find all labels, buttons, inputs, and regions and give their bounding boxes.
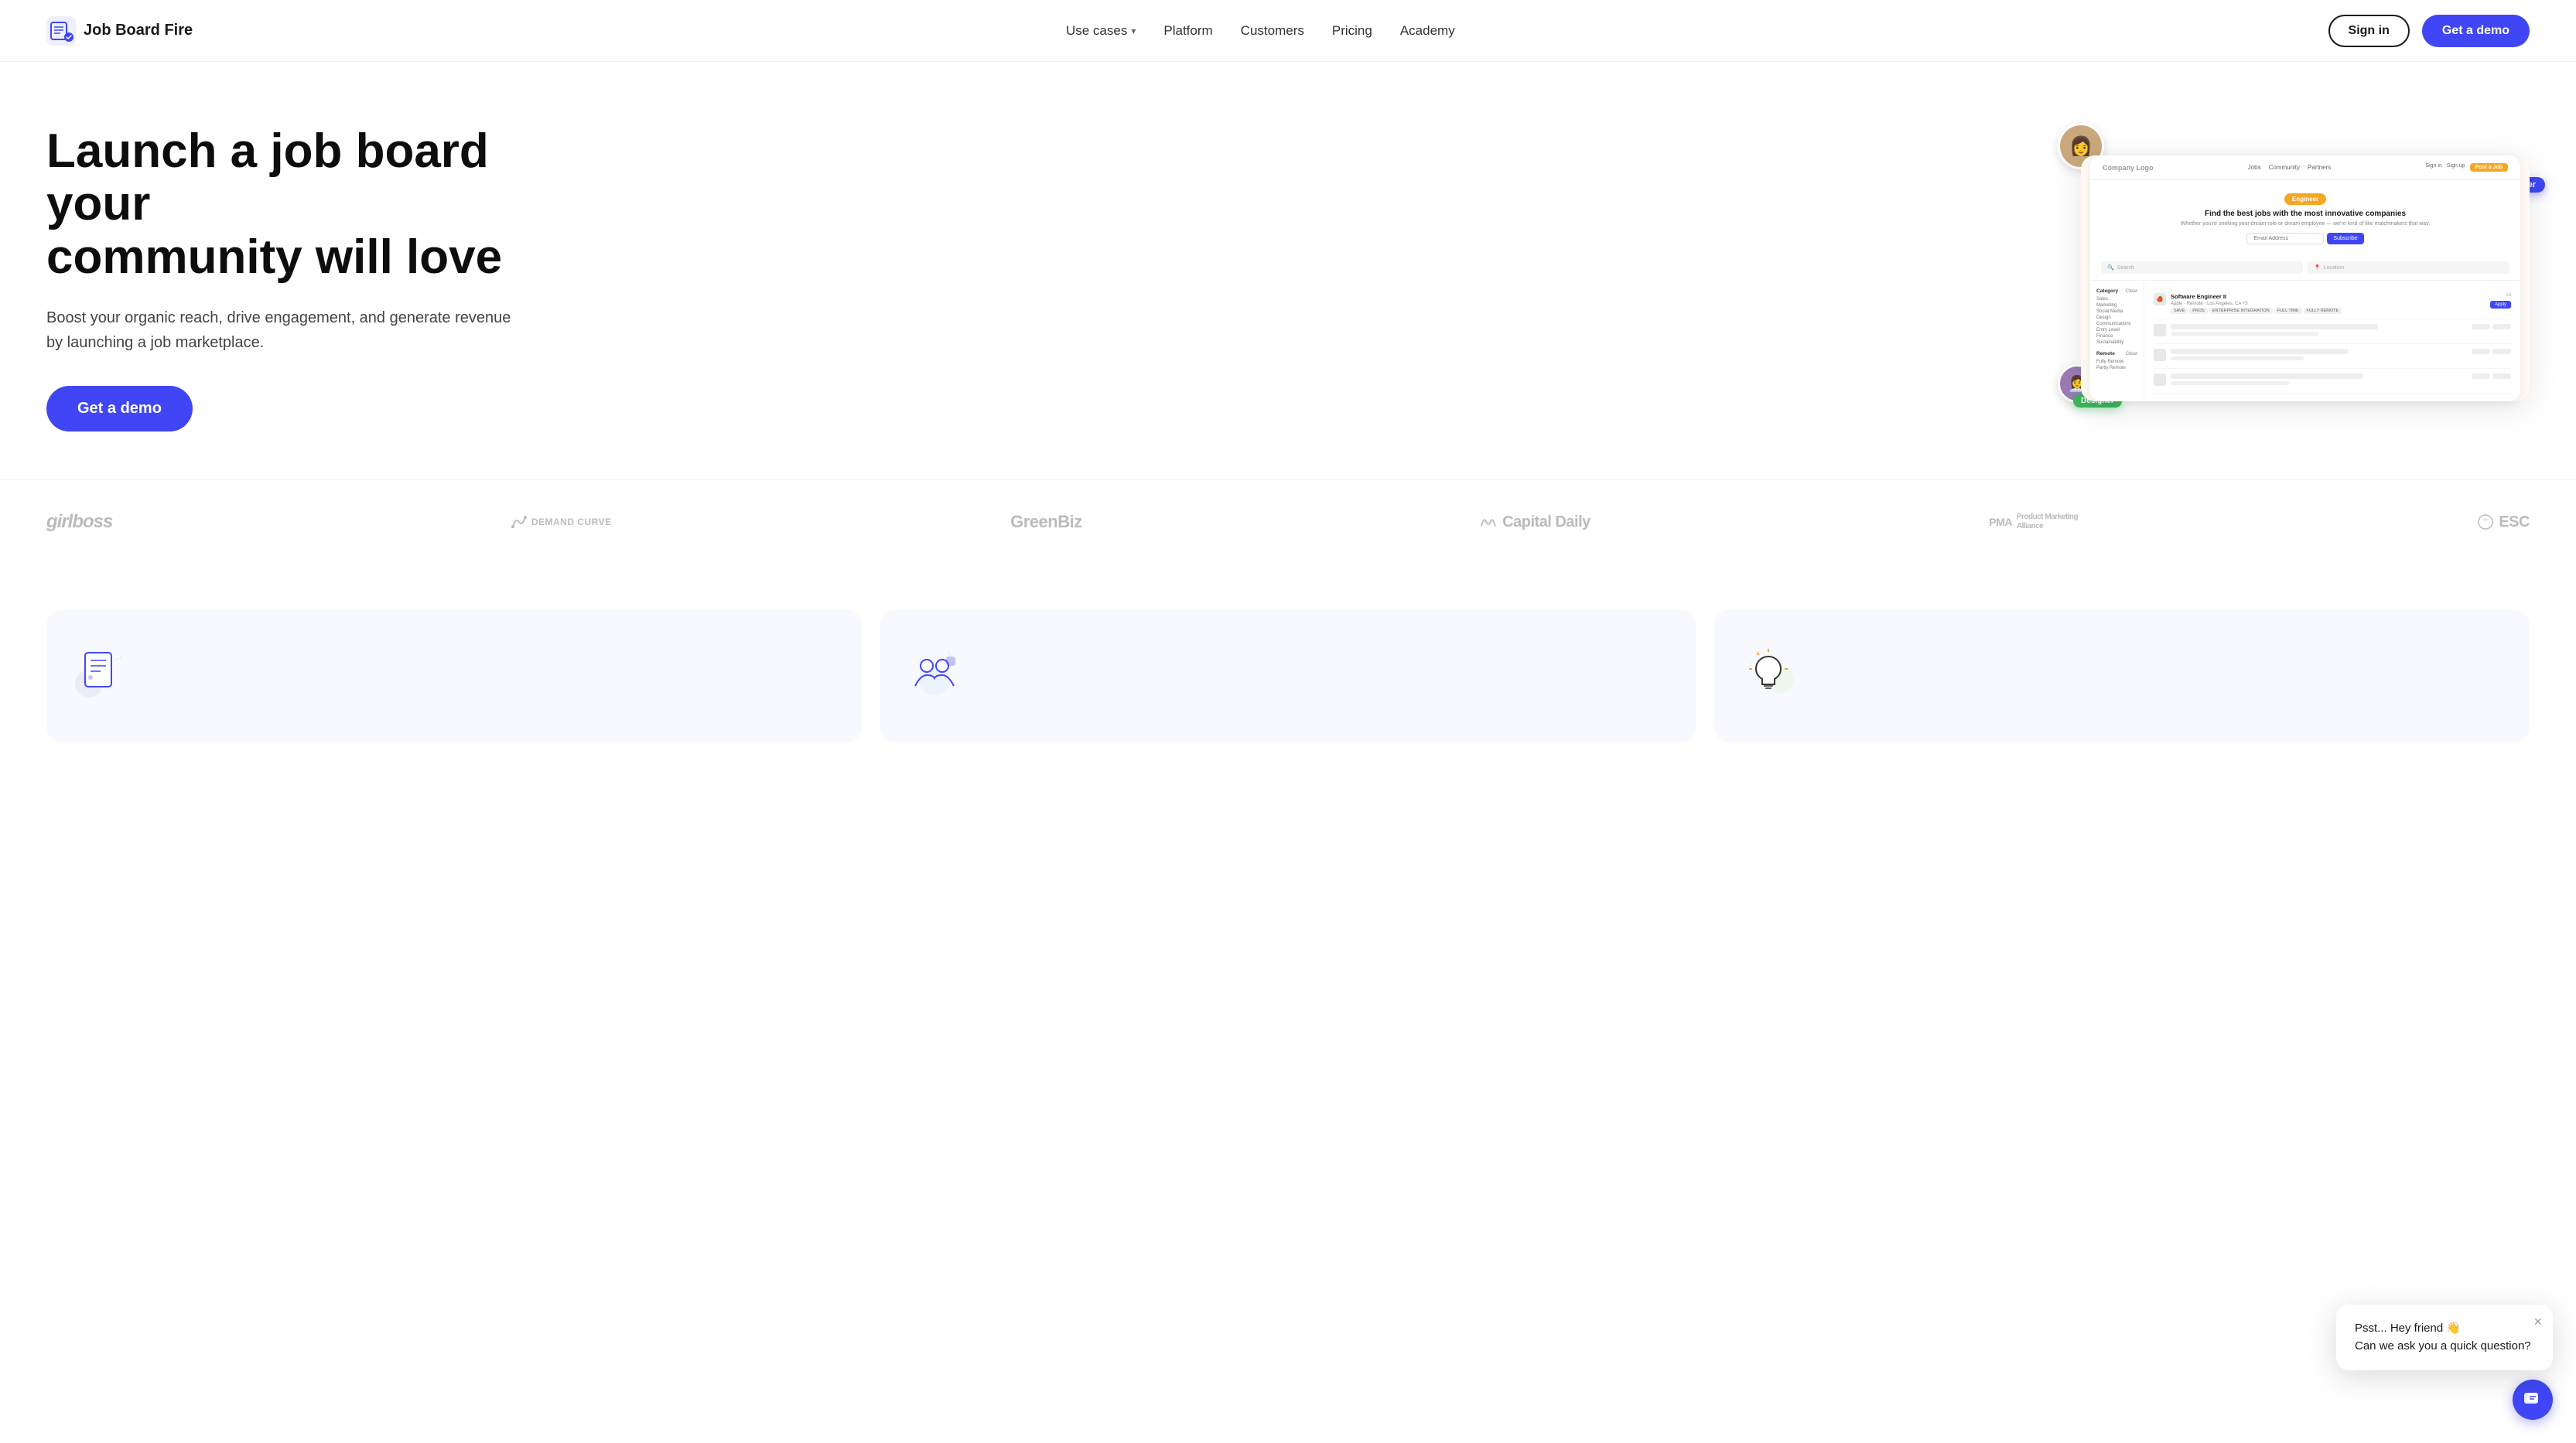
mock-search-box: 🔍 Search xyxy=(2101,261,2303,274)
mock-logo: Company Logo xyxy=(2103,164,2154,172)
mock-company-logo: 🍎 xyxy=(2154,293,2166,305)
mock-subscribe-btn: Subscribe xyxy=(2327,233,2363,244)
sidebar-item: Sales xyxy=(2096,297,2137,302)
mock-email-row: Subscribe xyxy=(2103,233,2508,244)
chat-icon xyxy=(2523,1390,2543,1410)
features-section xyxy=(0,564,2576,757)
hero-section: Launch a job board your community will l… xyxy=(0,62,2576,479)
chat-popup: × Psst... Hey friend 👋 Can we ask you a … xyxy=(2336,1305,2553,1370)
nav-actions: Sign in Get a demo xyxy=(2328,15,2530,47)
sidebar-item: Communications xyxy=(2096,322,2137,326)
mock-job-info: Software Engineer II Apple · Remote · Lo… xyxy=(2171,293,2485,314)
mock-job-card: 🍎 Software Engineer II Apple · Remote · … xyxy=(2154,288,2511,319)
sidebar-item: Marketing xyxy=(2096,303,2137,308)
use-cases-label: Use cases xyxy=(1066,23,1127,39)
logo-esc: ESC xyxy=(2477,513,2530,531)
nav-pricing[interactable]: Pricing xyxy=(1332,23,1372,39)
feature-card-3 xyxy=(1714,610,2530,742)
logo-text: Job Board Fire xyxy=(84,22,193,39)
mock-nav-links: Jobs Community Partners xyxy=(2248,164,2332,171)
get-demo-hero-button[interactable]: Get a demo xyxy=(46,386,193,432)
mock-job-placeholder xyxy=(2154,344,2511,369)
logo-capital-daily: Capital Daily xyxy=(1481,513,1590,531)
signin-button[interactable]: Sign in xyxy=(2328,15,2410,47)
esc-icon xyxy=(2477,513,2494,530)
nav-links: Use cases ▾ Platform Customers Pricing A… xyxy=(1066,23,1455,39)
mock-job-placeholder xyxy=(2154,319,2511,344)
chevron-down-icon: ▾ xyxy=(1131,26,1136,36)
mock-hero: Engineer Find the best jobs with the mos… xyxy=(2090,180,2520,255)
logo-icon xyxy=(46,16,76,46)
hero-heading: Launch a job board your community will l… xyxy=(46,125,526,284)
hero-subtext: Boost your organic reach, drive engageme… xyxy=(46,305,526,355)
navbar: Job Board Fire Use cases ▾ Platform Cust… xyxy=(0,0,2576,62)
logo-link[interactable]: Job Board Fire xyxy=(46,16,193,46)
mock-hero-sub: Whether you're seeking your dream role o… xyxy=(2103,221,2508,227)
chat-open-button[interactable] xyxy=(2513,1380,2553,1420)
mock-hero-title: Find the best jobs with the most innovat… xyxy=(2103,210,2508,218)
mock-job-placeholder xyxy=(2154,369,2511,394)
mock-engineer-badge: Engineer xyxy=(2284,193,2326,205)
feature-card-1 xyxy=(46,610,862,742)
logo-demand-curve: DEMAND CURVE xyxy=(511,514,612,530)
nav-customers[interactable]: Customers xyxy=(1241,23,1304,39)
mock-search-row: 🔍 Search 📍 Location xyxy=(2090,255,2520,281)
sidebar-item: Finance xyxy=(2096,334,2137,339)
people-icon xyxy=(904,641,965,703)
logo-pma: PMA Product Marketing Alliance xyxy=(1989,513,2079,531)
logos-section: girlboss DEMAND CURVE GreenBiz Capital D… xyxy=(0,479,2576,564)
nav-use-cases[interactable]: Use cases ▾ xyxy=(1066,23,1136,39)
sidebar-item: Entry Level xyxy=(2096,328,2137,333)
chat-widget: × Psst... Hey friend 👋 Can we ask you a … xyxy=(2336,1305,2553,1420)
demand-curve-icon xyxy=(511,514,527,530)
mock-nav-btns: Sign in Sign up Post a Job xyxy=(2425,163,2508,172)
document-icon xyxy=(70,641,132,703)
sidebar-item: Sustainability xyxy=(2096,340,2137,345)
mock-body: Category Clear Sales Marketing Social Me… xyxy=(2090,281,2520,401)
sidebar-item: Design xyxy=(2096,316,2137,320)
capital-daily-icon xyxy=(1481,515,1498,529)
nav-academy[interactable]: Academy xyxy=(1400,23,1455,39)
logo-greenbiz: GreenBiz xyxy=(1010,512,1082,532)
logo-girlboss: girlboss xyxy=(46,511,112,533)
hero-visual: 👩 Recruiter 👩‍💼 Designer Company Logo Jo… xyxy=(2081,146,2530,411)
hero-text: Launch a job board your community will l… xyxy=(46,125,526,432)
mock-jobs-list: 🍎 Software Engineer II Apple · Remote · … xyxy=(2144,281,2520,401)
feature-card-2 xyxy=(880,610,1696,742)
mock-location-box: 📍 Location xyxy=(2308,261,2509,274)
sidebar-item: Social Media xyxy=(2096,309,2137,314)
mock-navbar: Company Logo Jobs Community Partners Sig… xyxy=(2090,155,2520,180)
chat-close-button[interactable]: × xyxy=(2533,1314,2542,1330)
mock-email-input[interactable] xyxy=(2246,233,2324,244)
mock-ui-card: Company Logo Jobs Community Partners Sig… xyxy=(2081,155,2530,401)
lightbulb-icon xyxy=(1737,641,1799,703)
mock-ui-inner: Company Logo Jobs Community Partners Sig… xyxy=(2090,155,2520,401)
nav-platform[interactable]: Platform xyxy=(1163,23,1212,39)
chat-message: Psst... Hey friend 👋 Can we ask you a qu… xyxy=(2355,1320,2534,1355)
get-demo-nav-button[interactable]: Get a demo xyxy=(2422,15,2530,47)
mock-post-job-btn: Post a Job xyxy=(2470,163,2508,172)
mock-sidebar: Category Clear Sales Marketing Social Me… xyxy=(2090,281,2144,401)
